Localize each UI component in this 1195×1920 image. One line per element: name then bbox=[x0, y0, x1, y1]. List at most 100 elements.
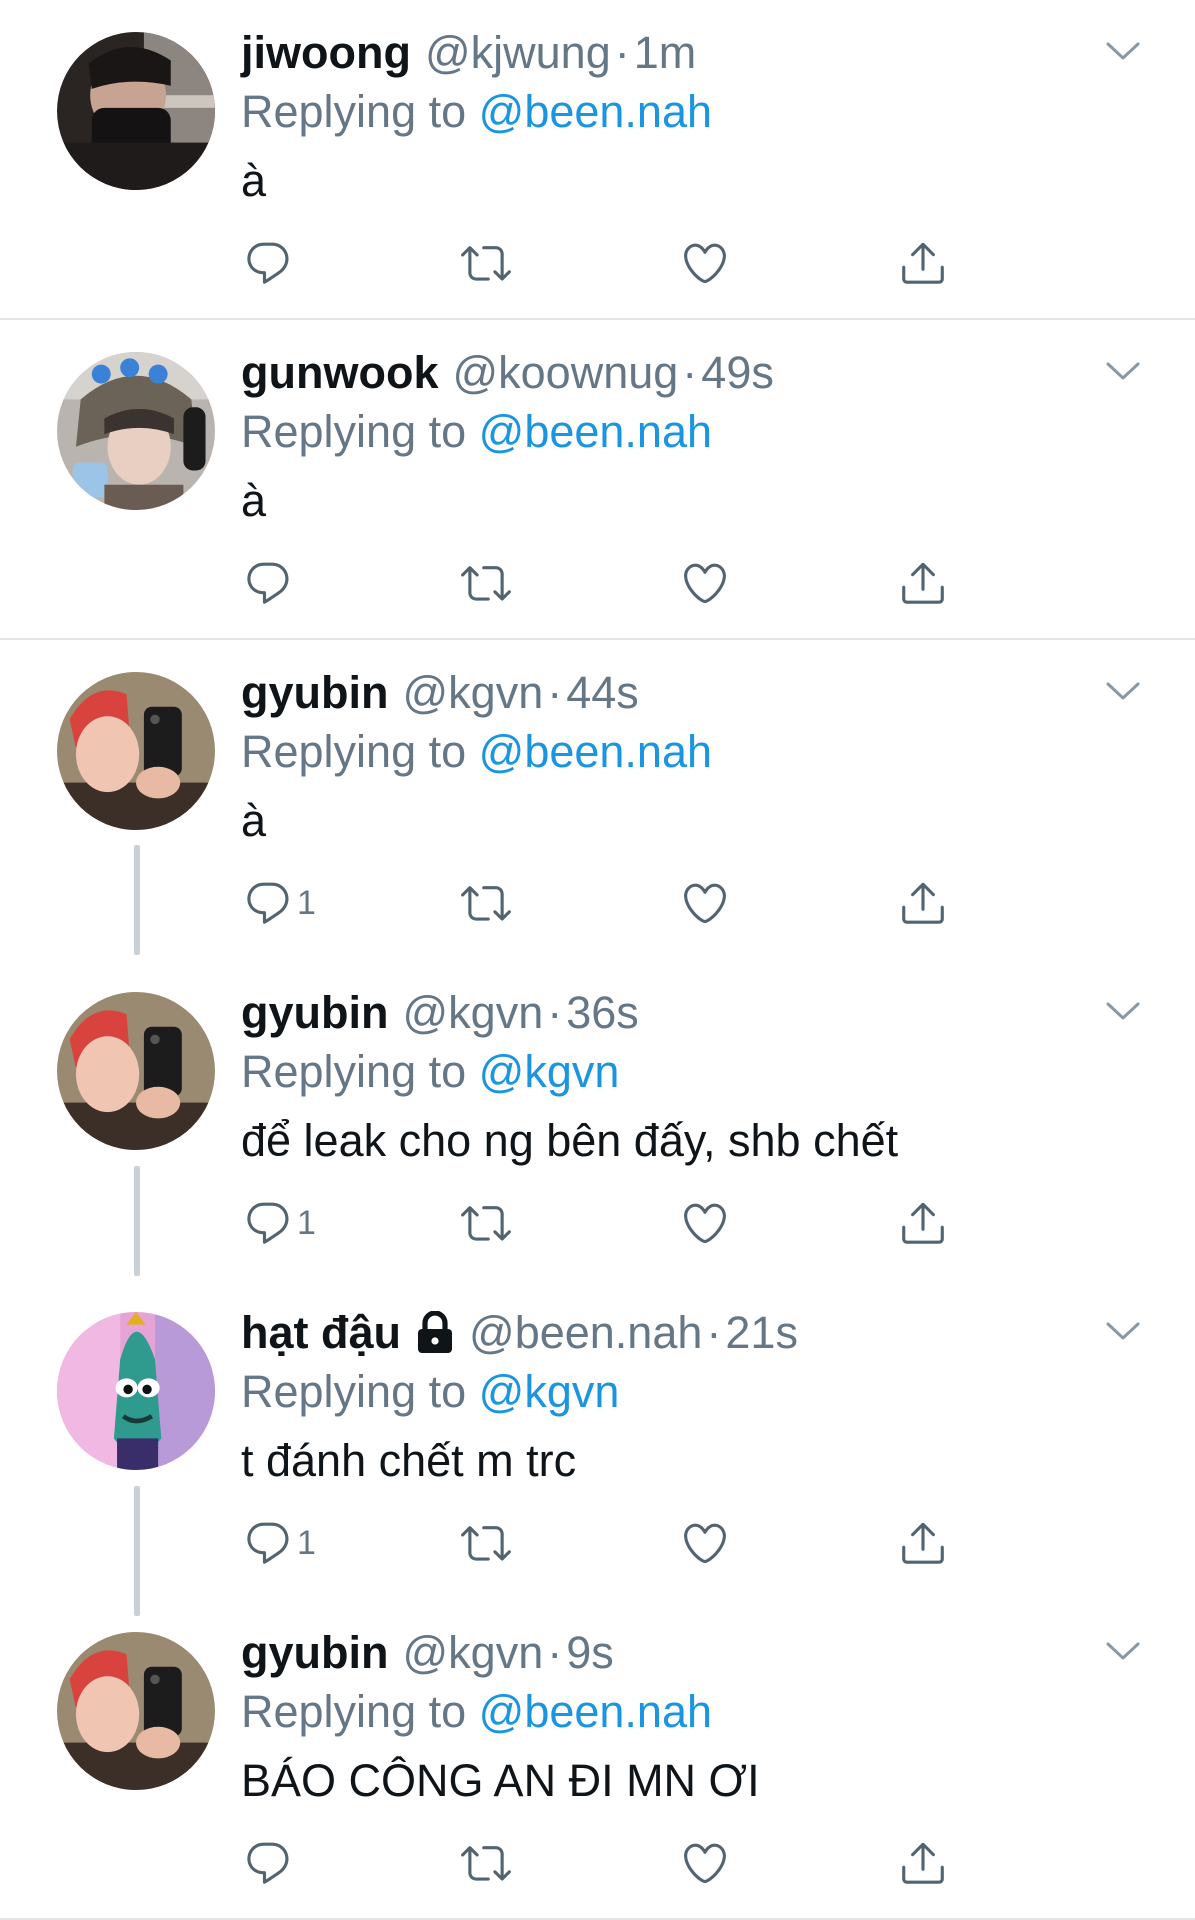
tweet-actions: 1 bbox=[243, 878, 963, 928]
chevron-down-icon[interactable] bbox=[1105, 360, 1141, 384]
replying-mention-link[interactable]: @kgvn bbox=[479, 1366, 620, 1417]
tweet-actions bbox=[243, 1838, 963, 1888]
tweet-actions bbox=[243, 558, 963, 608]
share-button[interactable] bbox=[898, 558, 948, 608]
user-handle[interactable]: @kgvn bbox=[402, 987, 543, 1038]
tweet-timestamp[interactable]: 9s bbox=[566, 1627, 614, 1678]
reply-button[interactable]: 1 bbox=[243, 1198, 316, 1248]
like-button[interactable] bbox=[680, 878, 730, 928]
retweet-button[interactable] bbox=[461, 1838, 511, 1888]
retweet-button[interactable] bbox=[461, 878, 511, 928]
reply-count: 1 bbox=[297, 1203, 316, 1242]
retweet-icon bbox=[461, 1838, 511, 1888]
chevron-down-icon[interactable] bbox=[1105, 1640, 1141, 1664]
tweet[interactable]: gunwook @koownug·49s Replying to @been.n… bbox=[0, 320, 1195, 640]
tweet-text: à bbox=[241, 475, 267, 526]
reply-icon bbox=[243, 878, 293, 928]
reply-button[interactable] bbox=[243, 558, 297, 608]
avatar[interactable] bbox=[57, 672, 215, 830]
reply-button[interactable]: 1 bbox=[243, 878, 316, 928]
replying-prefix: Replying to bbox=[241, 1366, 479, 1417]
retweet-icon bbox=[461, 238, 511, 288]
retweet-button[interactable] bbox=[461, 558, 511, 608]
tweet-text: để leak cho ng bên đấy, shb chết bbox=[241, 1115, 899, 1166]
replying-to-line: Replying to @been.nah bbox=[241, 1682, 1135, 1742]
display-name[interactable]: gyubin bbox=[241, 1624, 388, 1682]
heart-icon bbox=[680, 878, 730, 928]
retweet-icon bbox=[461, 1198, 511, 1248]
share-button[interactable] bbox=[898, 1518, 948, 1568]
separator-dot: · bbox=[547, 667, 563, 718]
lock-icon bbox=[418, 1311, 453, 1353]
like-button[interactable] bbox=[680, 1198, 730, 1248]
chevron-down-icon[interactable] bbox=[1105, 40, 1141, 64]
separator-dot: · bbox=[547, 987, 563, 1038]
replying-prefix: Replying to bbox=[241, 86, 479, 137]
tweet-text: à bbox=[241, 155, 267, 206]
display-name[interactable]: jiwoong bbox=[241, 24, 411, 82]
like-button[interactable] bbox=[680, 1518, 730, 1568]
heart-icon bbox=[680, 1198, 730, 1248]
chevron-down-icon[interactable] bbox=[1105, 1320, 1141, 1344]
tweet[interactable]: gyubin @kgvn·36s Replying to @kgvn để le… bbox=[0, 960, 1195, 1280]
avatar[interactable] bbox=[57, 992, 215, 1150]
share-button[interactable] bbox=[898, 878, 948, 928]
display-name[interactable]: gyubin bbox=[241, 984, 388, 1042]
tweet-text: à bbox=[241, 795, 267, 846]
retweet-button[interactable] bbox=[461, 238, 511, 288]
heart-icon bbox=[680, 1518, 730, 1568]
avatar[interactable] bbox=[57, 1632, 215, 1790]
replying-prefix: Replying to bbox=[241, 726, 479, 777]
chevron-down-icon[interactable] bbox=[1105, 680, 1141, 704]
user-handle[interactable]: @been.nah bbox=[469, 1307, 702, 1358]
like-button[interactable] bbox=[680, 558, 730, 608]
user-handle[interactable]: @kgvn bbox=[402, 667, 543, 718]
display-name[interactable]: gunwook bbox=[241, 344, 438, 402]
tweet-timestamp[interactable]: 49s bbox=[701, 347, 774, 398]
share-button[interactable] bbox=[898, 238, 948, 288]
like-button[interactable] bbox=[680, 238, 730, 288]
share-icon bbox=[898, 1198, 948, 1248]
share-icon bbox=[898, 558, 948, 608]
display-name[interactable]: hạt đậu bbox=[241, 1304, 401, 1362]
tweet-timestamp[interactable]: 44s bbox=[566, 667, 639, 718]
display-name[interactable]: gyubin bbox=[241, 664, 388, 722]
share-button[interactable] bbox=[898, 1198, 948, 1248]
reply-button[interactable] bbox=[243, 1838, 297, 1888]
replying-to-line: Replying to @been.nah bbox=[241, 722, 1135, 782]
tweet[interactable]: gyubin @kgvn·44s Replying to @been.nah à… bbox=[0, 640, 1195, 960]
replying-prefix: Replying to bbox=[241, 1046, 479, 1097]
share-icon bbox=[898, 1518, 948, 1568]
user-handle[interactable]: @kjwung bbox=[425, 27, 611, 78]
retweet-button[interactable] bbox=[461, 1518, 511, 1568]
reply-button[interactable]: 1 bbox=[243, 1518, 316, 1568]
tweet[interactable]: hạt đậu @been.nah·21s Replying to @kgvn … bbox=[0, 1280, 1195, 1600]
reply-icon bbox=[243, 558, 293, 608]
retweet-icon bbox=[461, 878, 511, 928]
user-handle[interactable]: @kgvn bbox=[402, 1627, 543, 1678]
replying-mention-link[interactable]: @been.nah bbox=[479, 86, 712, 137]
tweet-timestamp[interactable]: 21s bbox=[725, 1307, 798, 1358]
tweet-timestamp[interactable]: 1m bbox=[634, 27, 697, 78]
tweet-text: BÁO CÔNG AN ĐI MN ƠI bbox=[241, 1755, 760, 1806]
reply-button[interactable] bbox=[243, 238, 297, 288]
avatar[interactable] bbox=[57, 1312, 215, 1470]
replying-mention-link[interactable]: @been.nah bbox=[479, 726, 712, 777]
like-button[interactable] bbox=[680, 1838, 730, 1888]
reply-count: 1 bbox=[297, 883, 316, 922]
tweet[interactable]: gyubin @kgvn·9s Replying to @been.nah BÁ… bbox=[0, 1600, 1195, 1920]
share-button[interactable] bbox=[898, 1838, 948, 1888]
replying-to-line: Replying to @kgvn bbox=[241, 1362, 1135, 1422]
tweet[interactable]: jiwoong @kjwung·1m Replying to @been.nah… bbox=[0, 0, 1195, 320]
replying-mention-link[interactable]: @been.nah bbox=[479, 406, 712, 457]
heart-icon bbox=[680, 238, 730, 288]
replying-mention-link[interactable]: @kgvn bbox=[479, 1046, 620, 1097]
user-handle[interactable]: @koownug bbox=[452, 347, 678, 398]
avatar[interactable] bbox=[57, 352, 215, 510]
retweet-button[interactable] bbox=[461, 1198, 511, 1248]
replying-mention-link[interactable]: @been.nah bbox=[479, 1686, 712, 1737]
share-icon bbox=[898, 878, 948, 928]
avatar[interactable] bbox=[57, 32, 215, 190]
tweet-timestamp[interactable]: 36s bbox=[566, 987, 639, 1038]
chevron-down-icon[interactable] bbox=[1105, 1000, 1141, 1024]
